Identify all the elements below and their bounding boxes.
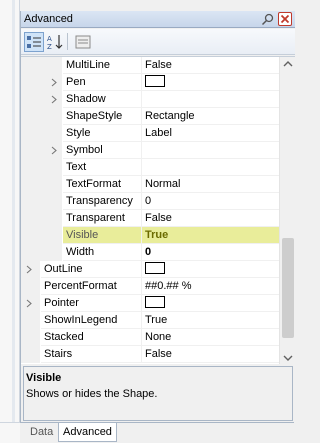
property-row[interactable]: Text bbox=[21, 159, 279, 176]
property-value[interactable]: True bbox=[141, 227, 279, 244]
property-value[interactable]: Label bbox=[141, 125, 279, 142]
property-name: Visible bbox=[63, 227, 141, 244]
property-row[interactable]: Transparency 0 bbox=[21, 193, 279, 210]
expand-icon[interactable] bbox=[26, 265, 33, 274]
property-row[interactable]: Shadow bbox=[21, 91, 279, 108]
property-value[interactable]: 0 bbox=[141, 193, 279, 210]
description-text: Shows or hides the Shape. bbox=[26, 388, 158, 400]
property-value[interactable] bbox=[141, 142, 279, 159]
property-row[interactable]: Pointer bbox=[21, 295, 279, 312]
property-name: Transparent bbox=[63, 210, 141, 227]
property-row[interactable]: TextFormat Normal bbox=[21, 176, 279, 193]
property-name: Width bbox=[63, 244, 141, 261]
property-name: Stairs bbox=[41, 346, 141, 363]
property-row[interactable]: Visible True bbox=[21, 227, 279, 244]
property-name: Transparency bbox=[63, 193, 141, 210]
color-swatch bbox=[145, 262, 165, 275]
svg-text:Z: Z bbox=[47, 43, 52, 51]
property-value[interactable] bbox=[141, 74, 279, 91]
property-row[interactable]: Style Label bbox=[21, 125, 279, 142]
property-row[interactable]: Stacked None bbox=[21, 329, 279, 346]
property-name: Shadow bbox=[63, 91, 141, 108]
property-value[interactable]: ##0.## % bbox=[141, 278, 279, 295]
property-value[interactable]: 0 bbox=[141, 244, 279, 261]
scrollbar-thumb[interactable] bbox=[282, 238, 294, 338]
property-row[interactable]: ShapeStyle Rectangle bbox=[21, 108, 279, 125]
property-name: Pointer bbox=[41, 295, 141, 312]
property-name: PercentFormat bbox=[41, 278, 141, 295]
property-row[interactable]: Stairs False bbox=[21, 346, 279, 363]
property-row[interactable]: Width 0 bbox=[21, 244, 279, 261]
property-pages-icon[interactable] bbox=[73, 32, 93, 52]
property-grid-toolbar: A Z bbox=[21, 29, 295, 55]
property-row[interactable]: ShowInLegend True bbox=[21, 312, 279, 329]
categorized-view-icon[interactable] bbox=[24, 32, 44, 52]
property-row[interactable]: MultiLine False bbox=[21, 57, 279, 74]
left-dock-strip bbox=[0, 0, 20, 422]
tab-strip-left bbox=[0, 422, 20, 443]
tab-data[interactable]: Data bbox=[26, 423, 57, 442]
property-name: MultiLine bbox=[63, 57, 141, 74]
property-name: OutLine bbox=[41, 261, 141, 278]
property-name: Symbol bbox=[63, 142, 141, 159]
property-value[interactable]: False bbox=[141, 210, 279, 227]
svg-text:A: A bbox=[47, 35, 52, 43]
description-pane: Visible Shows or hides the Shape. bbox=[23, 366, 293, 421]
expand-icon[interactable] bbox=[51, 78, 58, 87]
property-row[interactable]: Symbol bbox=[21, 142, 279, 159]
property-name: Pen bbox=[63, 74, 141, 91]
property-name: ShapeStyle bbox=[63, 108, 141, 125]
property-value[interactable]: Normal bbox=[141, 176, 279, 193]
close-icon[interactable] bbox=[278, 12, 292, 26]
tab-advanced[interactable]: Advanced bbox=[58, 423, 117, 442]
alphabetical-sort-icon[interactable]: A Z bbox=[45, 32, 65, 52]
property-value[interactable]: False bbox=[141, 57, 279, 74]
property-value[interactable] bbox=[141, 159, 279, 176]
property-grid: MultiLine False Pen Shadow ShapeStyle Rectang… bbox=[21, 56, 295, 364]
advanced-properties-panel: Advanced A Z MultiLine False Pen Shadow … bbox=[20, 11, 295, 422]
tab-strip: Data Advanced bbox=[20, 422, 294, 443]
color-swatch bbox=[145, 296, 165, 309]
property-name: TextFormat bbox=[63, 176, 141, 193]
property-value[interactable]: None bbox=[141, 329, 279, 346]
color-swatch bbox=[145, 75, 165, 88]
property-name: Text bbox=[63, 159, 141, 176]
expand-icon[interactable] bbox=[51, 146, 58, 155]
property-value[interactable]: Rectangle bbox=[141, 108, 279, 125]
property-name: ShowInLegend bbox=[41, 312, 141, 329]
property-value[interactable] bbox=[141, 261, 279, 278]
scroll-down-icon[interactable] bbox=[283, 354, 293, 362]
property-value[interactable]: False bbox=[141, 346, 279, 363]
expand-icon[interactable] bbox=[51, 95, 58, 104]
scroll-up-icon[interactable] bbox=[283, 60, 293, 68]
property-row[interactable]: Pen bbox=[21, 74, 279, 91]
pin-icon[interactable] bbox=[261, 13, 275, 26]
panel-titlebar: Advanced bbox=[21, 11, 295, 28]
vertical-scrollbar[interactable] bbox=[279, 57, 295, 364]
property-value[interactable] bbox=[141, 295, 279, 312]
panel-title: Advanced bbox=[24, 13, 73, 25]
property-value[interactable]: True bbox=[141, 312, 279, 329]
expand-icon[interactable] bbox=[26, 299, 33, 308]
property-value[interactable] bbox=[141, 91, 279, 108]
property-row[interactable]: PercentFormat ##0.## % bbox=[21, 278, 279, 295]
property-name: Style bbox=[63, 125, 141, 142]
property-row[interactable]: Transparent False bbox=[21, 210, 279, 227]
property-name: Stacked bbox=[41, 329, 141, 346]
property-row[interactable]: OutLine bbox=[21, 261, 279, 278]
description-title: Visible bbox=[26, 372, 62, 384]
